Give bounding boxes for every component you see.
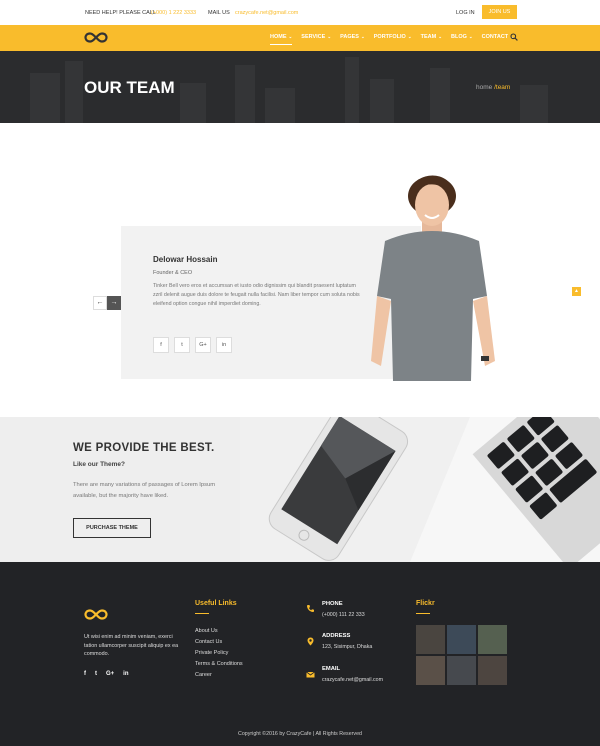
login-link[interactable]: LOG IN xyxy=(456,10,475,16)
nav-menu: HOME ⌄ SERVICE ⌄ PAGES ⌄ PORTFOLIO ⌄ TEAM ⌄ B… xyxy=(270,34,523,45)
skyline-shape xyxy=(265,88,295,123)
breadcrumb: home /team xyxy=(476,84,510,91)
member-bio: Tinker Bell vero eros et accumsan et ius… xyxy=(153,283,360,307)
footer-link[interactable]: Career xyxy=(195,672,243,683)
flickr-photo[interactable] xyxy=(416,656,445,685)
team-section: Delowar Hossain Founder & CEO Tinker Bel… xyxy=(0,123,600,417)
provide-heading: WE PROVIDE THE BEST. xyxy=(73,442,215,454)
join-button[interactable]: JOIN US xyxy=(482,5,517,19)
skyline-shape xyxy=(345,57,359,123)
nav-item-home[interactable]: HOME ⌄ xyxy=(270,34,293,45)
chevron-down-icon: ⌄ xyxy=(327,34,332,39)
member-role: Founder & CEO xyxy=(153,270,193,276)
skyline-shape xyxy=(235,65,255,123)
footer-about: Ut wisi enim ad minim veniam, exerci tat… xyxy=(84,634,179,657)
provide-text: There are many variations of passages of… xyxy=(73,482,216,499)
address-value: 123, Sisimpur, Dhaka xyxy=(322,644,373,650)
nav-item-label: SERVICE xyxy=(301,34,326,40)
footer-socials: f t G+ in xyxy=(84,671,138,677)
carousel-prev-button[interactable]: ← xyxy=(93,296,107,310)
infinity-logo-icon[interactable] xyxy=(84,31,108,44)
footer-link[interactable]: Terms & Conditions xyxy=(195,661,243,672)
nav-item-label: TEAM xyxy=(420,34,437,40)
mail-link[interactable]: crazycafe.net@gmail.com xyxy=(235,10,298,16)
nav-item-pages[interactable]: PAGES ⌄ xyxy=(340,34,365,45)
chevron-down-icon: ⌄ xyxy=(438,34,442,39)
skyline-shape xyxy=(65,61,83,123)
nav-item-blog[interactable]: BLOG ⌄ xyxy=(451,34,473,45)
chevron-down-icon: ⌄ xyxy=(288,34,293,39)
purchase-theme-button[interactable]: PURCHASE THEME xyxy=(73,518,151,538)
links-heading: Useful Links xyxy=(195,600,237,607)
breadcrumb-home[interactable]: home xyxy=(476,84,492,91)
skyline-shape xyxy=(430,68,450,123)
footer-link[interactable]: Private Policy xyxy=(195,650,243,661)
nav-item-label: CONTACT xyxy=(481,34,509,40)
breadcrumb-current: team xyxy=(495,84,511,91)
flickr-photo[interactable] xyxy=(447,656,476,685)
address-label: ADDRESS xyxy=(322,633,351,639)
google-plus-icon[interactable]: G+ xyxy=(106,671,114,677)
nav-item-label: HOME xyxy=(270,34,287,40)
footer-link[interactable]: About Us xyxy=(195,628,243,639)
chevron-down-icon: ⌄ xyxy=(407,34,412,39)
phone-value[interactable]: (+000) 111 22 333 xyxy=(322,612,365,618)
member-photo xyxy=(371,175,495,381)
carousel-next-button[interactable]: → xyxy=(107,296,121,310)
flickr-photo[interactable] xyxy=(447,625,476,654)
twitter-icon[interactable]: t xyxy=(174,337,190,353)
scroll-top-button[interactable]: ▲ xyxy=(572,287,581,296)
skyline-shape xyxy=(520,85,548,123)
envelope-icon xyxy=(306,671,315,678)
skyline-shape xyxy=(370,79,394,123)
linkedin-icon[interactable]: in xyxy=(216,337,232,353)
flickr-gallery xyxy=(416,625,507,685)
phone-keyboard-image xyxy=(240,417,600,562)
member-name: Delowar Hossain xyxy=(153,255,218,264)
nav-item-team[interactable]: TEAM ⌄ xyxy=(421,34,442,45)
email-value[interactable]: crazycafe.net@gmail.com xyxy=(322,677,383,683)
help-phone[interactable]: (+000) 1 222 3333 xyxy=(151,10,196,16)
nav-item-service[interactable]: SERVICE ⌄ xyxy=(301,34,331,45)
heading-underline xyxy=(416,613,430,614)
search-icon[interactable] xyxy=(510,33,518,41)
facebook-icon[interactable]: f xyxy=(153,337,169,353)
chevron-down-icon: ⌄ xyxy=(360,34,365,39)
email-label: EMAIL xyxy=(322,666,341,672)
facebook-icon[interactable]: f xyxy=(84,671,86,677)
flickr-heading: Flickr xyxy=(416,600,435,607)
phone-icon xyxy=(307,605,314,612)
chevron-down-icon: ⌄ xyxy=(468,34,473,39)
google-plus-icon[interactable]: G+ xyxy=(195,337,211,353)
member-socials: f t G+ in xyxy=(153,337,237,353)
flickr-photo[interactable] xyxy=(478,625,507,654)
footer: Ut wisi enim ad minim veniam, exerci tat… xyxy=(0,562,600,746)
skyline-shape xyxy=(180,83,206,123)
infinity-logo-icon xyxy=(84,609,108,620)
top-bar: NEED HELP! PLEASE CALL (+000) 1 222 3333… xyxy=(0,0,600,25)
useful-links: About Us Contact Us Private Policy Terms… xyxy=(195,628,243,683)
map-pin-icon xyxy=(307,637,314,646)
nav-item-label: BLOG xyxy=(451,34,467,40)
nav-item-label: PORTFOLIO xyxy=(373,34,406,40)
nav-item-portfolio[interactable]: PORTFOLIO ⌄ xyxy=(374,34,412,45)
flickr-photo[interactable] xyxy=(478,656,507,685)
nav-item-label: PAGES xyxy=(340,34,359,40)
phone-label: PHONE xyxy=(322,601,343,607)
footer-link[interactable]: Contact Us xyxy=(195,639,243,650)
mail-label: MAIL US xyxy=(208,10,230,16)
twitter-icon[interactable]: t xyxy=(95,671,97,677)
provide-subheading: Like our Theme? xyxy=(73,461,126,468)
page-title: OUR TEAM xyxy=(84,78,175,97)
main-nav: HOME ⌄ SERVICE ⌄ PAGES ⌄ PORTFOLIO ⌄ TEAM ⌄ B… xyxy=(0,25,600,51)
heading-underline xyxy=(195,613,209,614)
linkedin-icon[interactable]: in xyxy=(123,671,128,677)
flickr-photo[interactable] xyxy=(416,625,445,654)
skyline-shape xyxy=(30,73,60,123)
page-banner: OUR TEAM home /team xyxy=(0,51,600,123)
help-label: NEED HELP! PLEASE CALL xyxy=(85,10,156,16)
copyright: Copyright ©2016 by CrazyCafe | All Right… xyxy=(238,731,362,737)
provide-section: WE PROVIDE THE BEST. Like our Theme? The… xyxy=(0,417,600,562)
